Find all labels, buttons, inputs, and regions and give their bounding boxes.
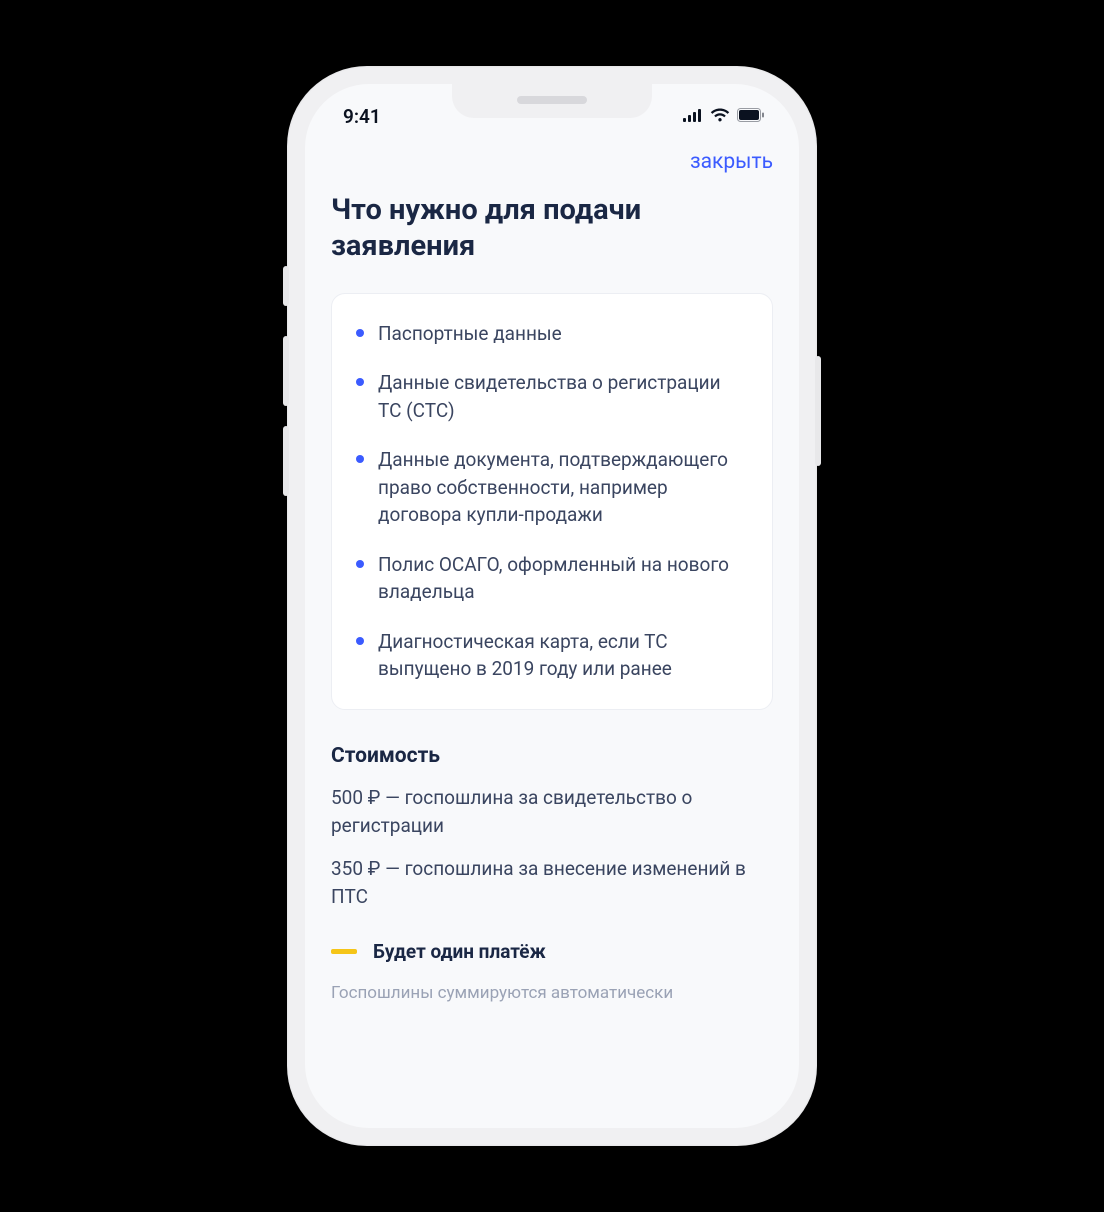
wifi-icon: [710, 107, 730, 126]
mute-switch: [283, 266, 289, 306]
payment-single-text: Будет один платёж: [373, 940, 546, 963]
requirement-text: Паспортные данные: [378, 320, 562, 348]
notch: [452, 84, 652, 118]
cost-line: 500 ₽ — госпошлина за свидетельство о ре…: [331, 784, 773, 839]
payment-info: Будет один платёж: [331, 940, 773, 963]
list-item: Паспортные данные: [356, 320, 748, 348]
requirement-text: Диагностическая карта, если ТС выпущено …: [378, 628, 748, 683]
list-item: Данные свидетельства о регистрации ТС (С…: [356, 369, 748, 424]
content: Что нужно для подачи заявления Паспортны…: [305, 192, 799, 1003]
phone-frame: 9:41 закрыть Что нужно для подачи заявле…: [287, 66, 817, 1146]
volume-up-button: [283, 336, 289, 406]
bullet-icon: [356, 455, 364, 463]
cost-heading: Стоимость: [331, 744, 773, 768]
speaker-slot: [517, 96, 587, 104]
bullet-icon: [356, 378, 364, 386]
requirement-text: Данные документа, подтверждающего право …: [378, 446, 748, 529]
nav-bar: закрыть: [305, 138, 799, 192]
list-item: Полис ОСАГО, оформленный на нового владе…: [356, 551, 748, 606]
screen: 9:41 закрыть Что нужно для подачи заявле…: [305, 84, 799, 1128]
status-icons: [683, 107, 765, 126]
list-item: Диагностическая карта, если ТС выпущено …: [356, 628, 748, 683]
power-button: [815, 356, 821, 466]
requirements-card: Паспортные данные Данные свидетельства о…: [331, 293, 773, 710]
cellular-signal-icon: [683, 107, 703, 126]
requirement-text: Данные свидетельства о регистрации ТС (С…: [378, 369, 748, 424]
cost-line: 350 ₽ — госпошлина за внесение изменений…: [331, 855, 773, 910]
requirement-text: Полис ОСАГО, оформленный на нового владе…: [378, 551, 748, 606]
list-item: Данные документа, подтверждающего право …: [356, 446, 748, 529]
close-link[interactable]: закрыть: [690, 150, 773, 174]
volume-down-button: [283, 426, 289, 496]
payment-note: Госпошлины суммируются автоматически: [331, 983, 773, 1003]
bullet-icon: [356, 637, 364, 645]
status-time: 9:41: [343, 105, 381, 128]
bullet-icon: [356, 329, 364, 337]
bullet-icon: [356, 560, 364, 568]
requirements-list: Паспортные данные Данные свидетельства о…: [356, 320, 748, 683]
dash-icon: [331, 949, 357, 954]
page-title: Что нужно для подачи заявления: [331, 192, 773, 265]
battery-icon: [737, 107, 765, 126]
